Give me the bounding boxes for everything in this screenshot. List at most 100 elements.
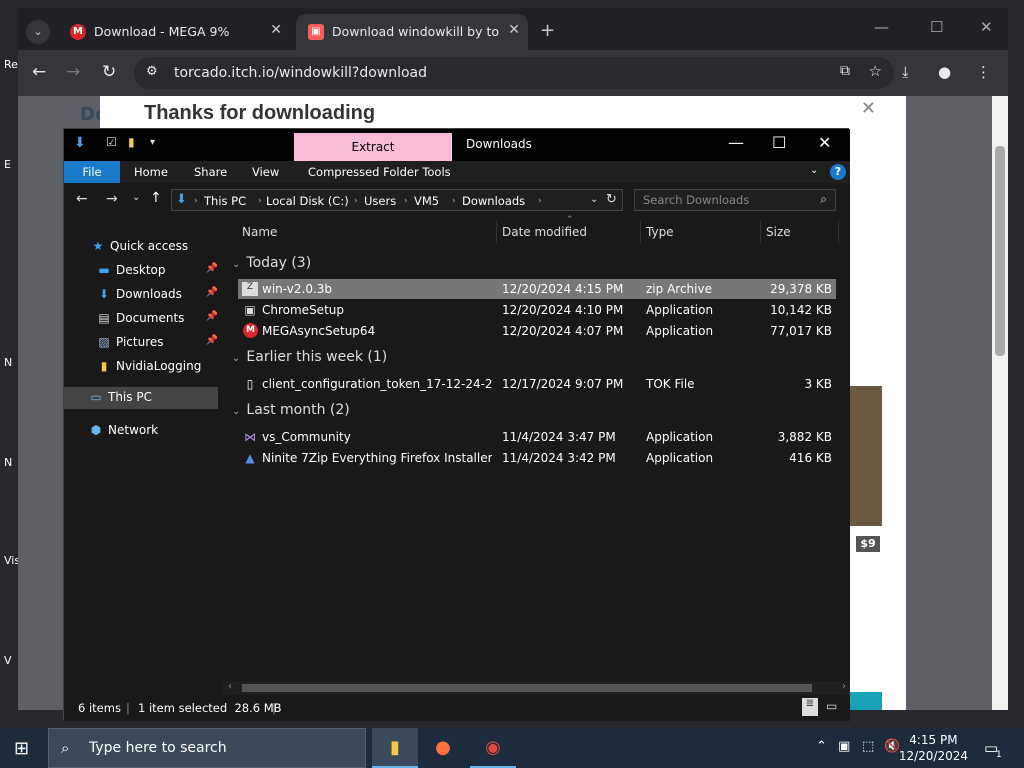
close-window-icon[interactable]: ✕	[980, 18, 993, 36]
tab-compressed-folder-tools[interactable]: Compressed Folder Tools	[308, 165, 451, 179]
minimize-icon[interactable]: —	[728, 133, 744, 152]
install-app-icon[interactable]: ⧉	[840, 63, 850, 79]
profile-icon[interactable]: ●	[938, 63, 951, 81]
scroll-left-icon[interactable]: ‹	[228, 681, 232, 692]
file-explorer-taskbar-icon[interactable]: ▮	[372, 728, 418, 768]
group-header[interactable]: ⌄ Earlier this week (1)	[232, 349, 387, 365]
desktop-icon-label[interactable]: Vis	[4, 554, 18, 567]
search-icon: ⌕	[820, 192, 827, 206]
nav-this-pc-selected[interactable]: ▭ This PC	[64, 387, 218, 409]
windows-start-icon[interactable]: ⊞	[14, 738, 29, 759]
back-icon[interactable]: ←	[76, 191, 88, 207]
file-row[interactable]: ▲ Ninite 7Zip Everything Firefox Install…	[238, 448, 836, 468]
tab-mega[interactable]: M Download - MEGA 9% ✕	[58, 14, 290, 50]
desktop-icon-label[interactable]: N	[4, 356, 18, 369]
scroll-right-icon[interactable]: ›	[842, 681, 846, 692]
chrome-taskbar-icon[interactable]: ◉	[470, 728, 516, 768]
forward-icon[interactable]: →	[66, 62, 80, 82]
minimize-icon[interactable]: —	[874, 18, 889, 36]
maximize-icon[interactable]: ☐	[772, 133, 786, 152]
site-info-icon[interactable]: ⚙	[146, 64, 158, 79]
menu-icon[interactable]: ⋮	[976, 63, 991, 81]
tab-home[interactable]: Home	[134, 165, 168, 179]
crumb-this-pc[interactable]: This PC	[204, 194, 246, 208]
tab-extract[interactable]: Extract	[294, 133, 452, 161]
show-hidden-icons-icon[interactable]: ⌃	[816, 739, 827, 754]
file-row[interactable]: ▣ ChromeSetup 12/20/2024 4:10 PM Applica…	[238, 300, 836, 320]
file-row[interactable]: ▯ client_configuration_token_17-12-24-21…	[238, 374, 836, 394]
file-row[interactable]: M MEGAsyncSetup64 12/20/2024 4:07 PM App…	[238, 321, 836, 341]
nav-network[interactable]: ⬢ Network	[88, 423, 158, 437]
nav-item-downloads[interactable]: ⬇ Downloads 📌	[96, 287, 218, 301]
recent-locations-icon[interactable]: ⌄	[132, 192, 140, 203]
pin-icon: 📌	[205, 263, 218, 274]
desktop-icon: ▬	[98, 263, 110, 277]
close-icon[interactable]: ✕	[508, 22, 520, 38]
reload-icon[interactable]: ↻	[102, 62, 116, 82]
forward-icon[interactable]: →	[106, 191, 118, 207]
desktop-icon-label[interactable]: Re	[4, 58, 18, 71]
refresh-icon[interactable]: ↻	[606, 192, 617, 207]
group-header[interactable]: ⌄ Today (3)	[232, 255, 311, 271]
desktop-icon-label[interactable]: E	[4, 158, 18, 171]
tab-search-button[interactable]: ⌄	[26, 20, 50, 44]
tray-app-icon[interactable]: ▣	[838, 739, 850, 754]
properties-icon[interactable]: ☑	[106, 135, 117, 149]
download-arrow-icon: ⬇	[98, 287, 110, 301]
nav-item-nvidialogging[interactable]: ▮ NvidiaLogging	[96, 359, 202, 373]
column-name[interactable]: Name	[242, 225, 277, 239]
maximize-icon[interactable]: ☐	[930, 18, 943, 36]
search-placeholder: Type here to search	[89, 740, 227, 756]
path-dropdown-icon[interactable]: ⌄	[590, 194, 598, 205]
new-folder-icon[interactable]: ▮	[128, 135, 135, 149]
volume-muted-icon[interactable]: 🔇	[884, 739, 900, 754]
page-scrollbar[interactable]	[992, 96, 1008, 710]
file-row[interactable]: Z win-v2.0.3b 12/20/2024 4:15 PM zip Arc…	[238, 279, 836, 299]
mega-icon: M	[70, 24, 86, 40]
back-icon[interactable]: ←	[32, 62, 46, 82]
group-header[interactable]: ⌄ Last month (2)	[232, 402, 350, 418]
desktop-icon-label[interactable]: V	[4, 654, 18, 667]
address-bar[interactable]: ⚙ torcado.itch.io/windowkill?download ⧉ …	[134, 57, 894, 89]
close-icon[interactable]: ✕	[270, 22, 282, 38]
crumb-vm5[interactable]: VM5	[414, 194, 439, 208]
crumb-local-disk[interactable]: Local Disk (C:)	[266, 194, 349, 208]
system-clock[interactable]: 4:15 PM 12/20/2024	[899, 732, 968, 764]
file-row[interactable]: ⋈ vs_Community 11/4/2024 3:47 PM Applica…	[238, 427, 836, 447]
details-view-icon[interactable]: ≣	[802, 698, 818, 716]
explorer-title-bar: ⬇ ☑ ▮ ▾ Extract Downloads — ☐ ✕	[64, 129, 850, 161]
column-date-modified[interactable]: Date modified	[502, 225, 587, 239]
quick-access-dropdown-icon[interactable]: ▾	[150, 137, 155, 148]
dialog-close-icon[interactable]: ✕	[861, 98, 876, 119]
help-icon[interactable]: ?	[830, 164, 846, 180]
up-icon[interactable]: ↑	[150, 190, 162, 206]
desktop-icon-label[interactable]: N	[4, 456, 18, 469]
search-input[interactable]: Search Downloads ⌕	[634, 189, 836, 211]
tab-file[interactable]: File	[64, 161, 120, 183]
nav-quick-access[interactable]: ★ Quick access	[90, 239, 189, 253]
large-icons-view-icon[interactable]: ▭	[826, 699, 837, 713]
crumb-downloads[interactable]: Downloads	[462, 194, 525, 208]
ninite-icon: ▲	[245, 451, 255, 465]
clock-time: 4:15 PM	[909, 733, 958, 747]
game-thumbnail[interactable]	[848, 386, 882, 526]
firefox-taskbar-icon[interactable]: ●	[420, 728, 466, 768]
bookmark-star-icon[interactable]: ☆	[869, 62, 882, 80]
horizontal-scrollbar[interactable]: ‹ ›	[222, 681, 850, 695]
tab-share[interactable]: Share	[194, 165, 227, 179]
nav-item-documents[interactable]: ▤ Documents 📌	[96, 311, 218, 325]
tab-itch[interactable]: ▣ Download windowkill by torcad ✕	[296, 14, 528, 50]
new-tab-icon[interactable]: +	[540, 20, 555, 41]
breadcrumb[interactable]: ⬇ › This PC › Local Disk (C:) › Users › …	[171, 189, 623, 211]
tab-view[interactable]: View	[252, 165, 279, 179]
network-icon[interactable]: ⬚	[862, 739, 874, 754]
close-window-icon[interactable]: ✕	[818, 133, 831, 152]
crumb-users[interactable]: Users	[364, 194, 396, 208]
column-type[interactable]: Type	[646, 225, 674, 239]
nav-item-pictures[interactable]: ▨ Pictures 📌	[96, 335, 218, 349]
column-size[interactable]: Size	[766, 225, 791, 239]
taskbar-search-input[interactable]: ⌕ Type here to search	[48, 728, 366, 768]
expand-ribbon-icon[interactable]: ⌄	[810, 165, 818, 176]
nav-item-desktop[interactable]: ▬ Desktop 📌	[96, 263, 218, 277]
downloads-icon[interactable]: ⤓	[902, 63, 909, 81]
